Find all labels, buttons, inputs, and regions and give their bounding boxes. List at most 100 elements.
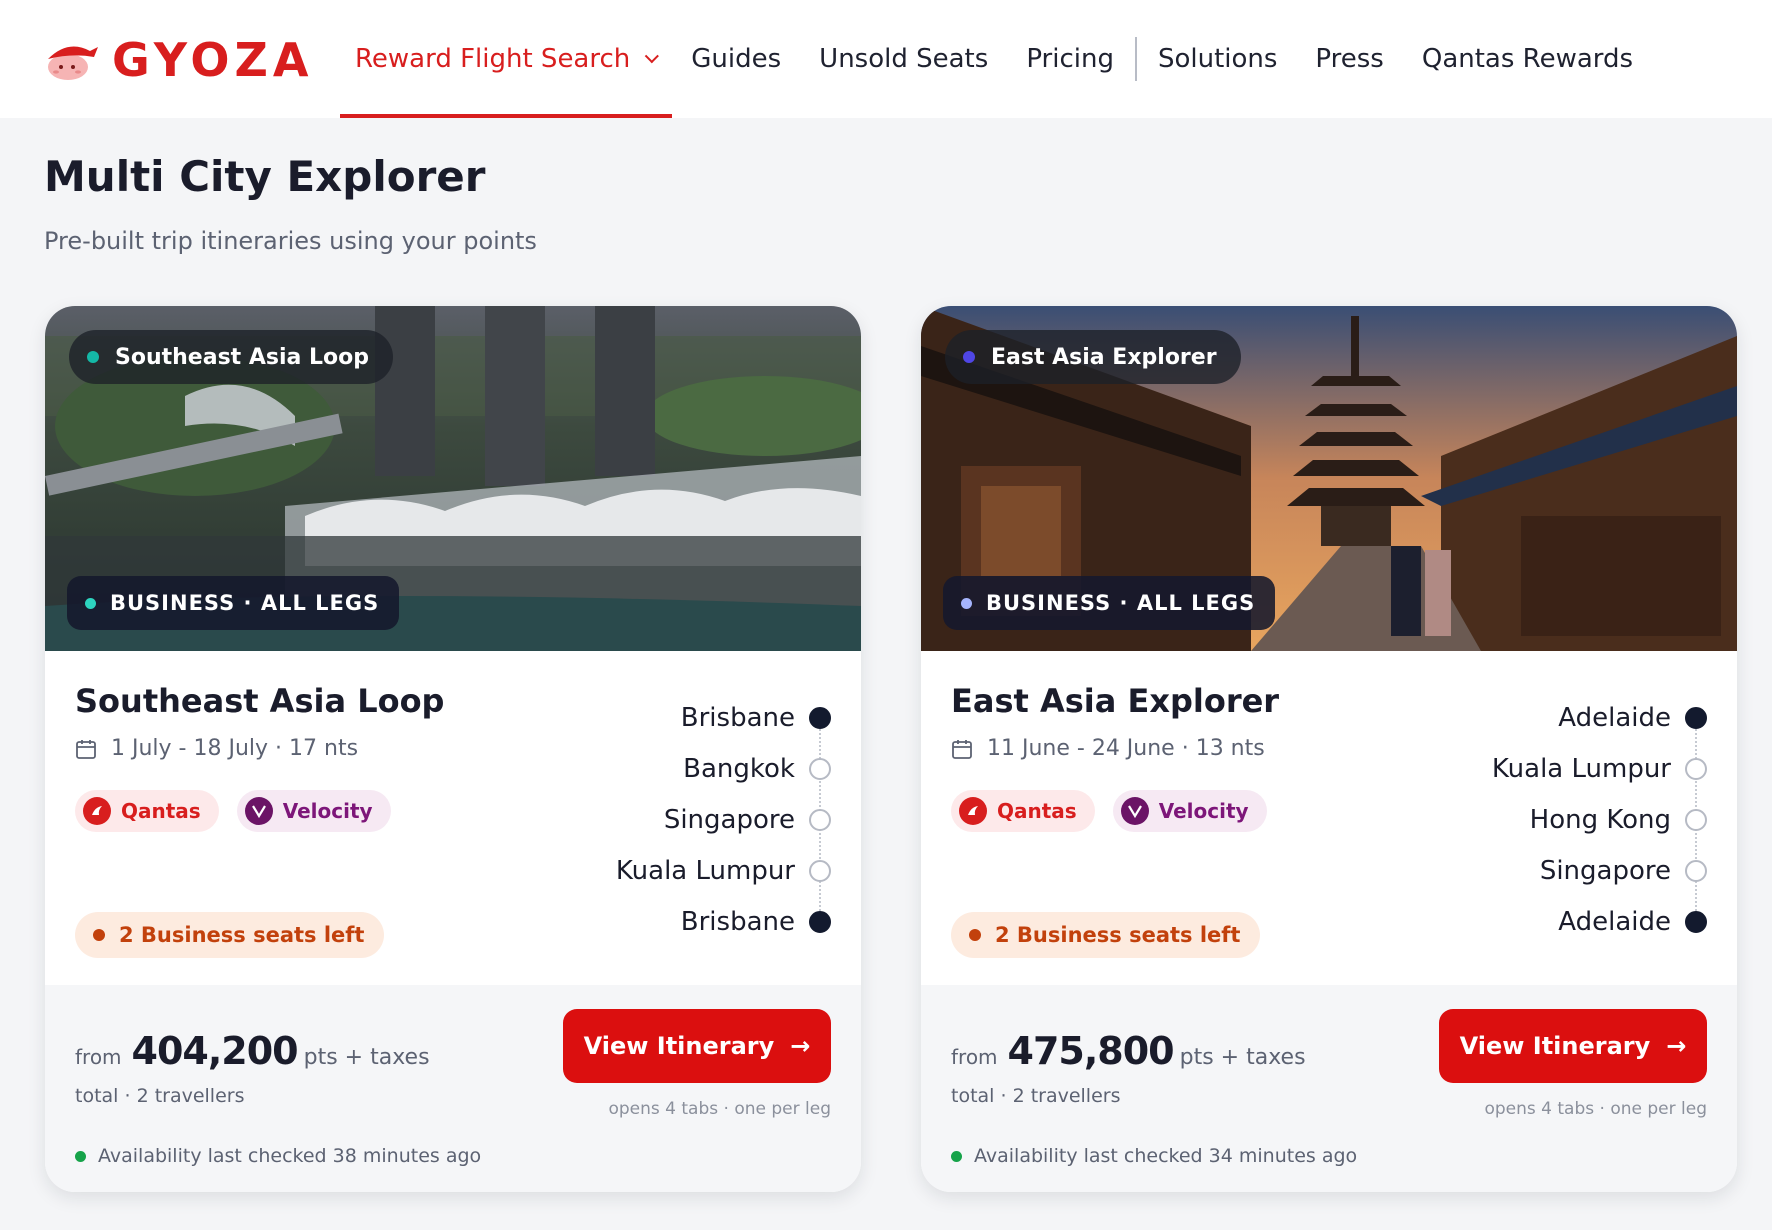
price-value: 475,800 <box>1007 1029 1175 1073</box>
loyalty-programs: Qantas Velocity <box>75 790 409 832</box>
status-dot <box>85 597 96 609</box>
status-dot <box>93 929 105 941</box>
nav-item-label: Qantas Rewards <box>1421 44 1634 74</box>
status-dot <box>961 597 972 609</box>
nav-item-pricing[interactable]: Pricing <box>1007 0 1133 118</box>
stop-marker <box>1685 860 1707 882</box>
qantas-kangaroo-icon <box>83 797 111 825</box>
card-footer: from 475,800 pts + taxes total · 2 trave… <box>921 985 1737 1192</box>
itinerary-card: Southeast Asia Loop BUSINESS · ALL LEGS … <box>45 306 861 1192</box>
price: from 475,800 pts + taxes <box>951 1029 1306 1073</box>
stop-city: Kuala Lumpur <box>1491 754 1671 784</box>
itinerary-dates: 1 July - 18 July · 17 nts <box>75 736 358 761</box>
program-label: Velocity <box>1158 799 1249 823</box>
cabin-class-badge: BUSINESS · ALL LEGS <box>943 576 1276 630</box>
stop-city: Brisbane <box>680 703 795 733</box>
status-dot <box>75 1150 86 1162</box>
itinerary-name-badge: East Asia Explorer <box>945 330 1241 384</box>
stop-city: Singapore <box>663 805 795 835</box>
itinerary-name-badge: Southeast Asia Loop <box>69 330 393 384</box>
arrow-right-icon: → <box>790 1032 811 1060</box>
program-label: Qantas <box>997 799 1077 823</box>
availability-status: Availability last checked 34 minutes ago <box>951 1145 1357 1167</box>
brand-logo[interactable]: GYOZA <box>42 32 313 88</box>
stop-city: Adelaide <box>1558 703 1671 733</box>
nav-item-solutions[interactable]: Solutions <box>1139 0 1296 118</box>
itinerary-title: Southeast Asia Loop <box>75 682 445 720</box>
itinerary-hero-image: East Asia Explorer BUSINESS · ALL LEGS <box>921 306 1737 651</box>
button-note: opens 4 tabs · one per leg <box>608 1099 831 1119</box>
page-subtitle: Pre-built trip itineraries using your po… <box>44 227 537 255</box>
nav-item-label: Press <box>1315 44 1384 74</box>
price-prefix: from <box>951 1045 998 1069</box>
price-total: total · 2 travellers <box>951 1085 1121 1107</box>
badge-label: Southeast Asia Loop <box>115 344 369 370</box>
program-label: Velocity <box>282 799 373 823</box>
stop-marker <box>809 758 831 780</box>
route-stop-destination: Brisbane <box>681 900 831 944</box>
dates-text: 1 July - 18 July · 17 nts <box>111 736 359 761</box>
qantas-kangaroo-icon <box>959 797 987 825</box>
route-stop: Bangkok <box>683 747 831 791</box>
velocity-logo-icon <box>244 797 273 825</box>
view-itinerary-button[interactable]: View Itinerary → <box>563 1009 831 1083</box>
program-label: Qantas <box>121 799 201 823</box>
top-nav: GYOZA Reward Flight Search Guides Unsold… <box>0 0 1772 118</box>
status-dot <box>963 351 975 363</box>
cabin-class-label: BUSINESS · ALL LEGS <box>986 591 1256 615</box>
route-stop-origin: Brisbane <box>681 696 831 740</box>
itinerary-card: East Asia Explorer BUSINESS · ALL LEGS E… <box>921 306 1737 1192</box>
status-dot <box>87 351 99 363</box>
stop-city: Adelaide <box>1558 907 1671 937</box>
route-timeline: Brisbane Bangkok Singapore Kuala Lumpur … <box>471 696 831 956</box>
seats-left-badge: 2 Business seats left <box>951 912 1261 958</box>
price-unit: pts + taxes <box>303 1045 430 1070</box>
nav-item-label: Guides <box>691 44 782 74</box>
loyalty-programs: Qantas Velocity <box>951 790 1285 832</box>
view-itinerary-button[interactable]: View Itinerary → <box>1439 1009 1707 1083</box>
seats-left-label: 2 Business seats left <box>119 923 365 947</box>
itinerary-title: East Asia Explorer <box>951 682 1280 720</box>
button-label: View Itinerary <box>1459 1032 1651 1060</box>
seats-left-label: 2 Business seats left <box>995 923 1241 947</box>
program-pill-velocity: Velocity <box>236 790 391 832</box>
stop-city: Hong Kong <box>1529 805 1671 835</box>
button-label: View Itinerary <box>583 1032 775 1060</box>
gyoza-mascot-icon <box>48 46 98 80</box>
price: from 404,200 pts + taxes <box>75 1029 430 1073</box>
nav-item-press[interactable]: Press <box>1296 0 1402 118</box>
nav-item-label: Pricing <box>1026 44 1114 74</box>
button-note: opens 4 tabs · one per leg <box>1484 1099 1707 1119</box>
itinerary-dates: 11 June - 24 June · 13 nts <box>951 736 1265 761</box>
nav-item-qantas-rewards[interactable]: Qantas Rewards <box>1403 0 1652 118</box>
route-timeline: Adelaide Kuala Lumpur Hong Kong Singapor… <box>1347 696 1707 956</box>
program-pill-qantas: Qantas <box>951 790 1095 832</box>
card-footer: from 404,200 pts + taxes total · 2 trave… <box>45 985 861 1192</box>
seats-left-badge: 2 Business seats left <box>75 912 385 958</box>
stop-city: Singapore <box>1539 856 1671 886</box>
price-total: total · 2 travellers <box>75 1085 245 1107</box>
nav-item-unsold-seats[interactable]: Unsold Seats <box>800 0 1007 118</box>
chevron-down-icon <box>645 49 660 64</box>
nav-item-reward-flight-search[interactable]: Reward Flight Search <box>340 0 673 118</box>
stop-marker <box>1685 758 1707 780</box>
nav-divider <box>1134 37 1137 81</box>
route-stop: Kuala Lumpur <box>616 849 831 893</box>
dates-text: 11 June - 24 June · 13 nts <box>987 736 1265 761</box>
cabin-class-label: BUSINESS · ALL LEGS <box>110 591 380 615</box>
route-stop: Hong Kong <box>1530 798 1707 842</box>
price-unit: pts + taxes <box>1179 1045 1306 1070</box>
route-stop: Singapore <box>1540 849 1707 893</box>
stop-marker <box>809 707 831 729</box>
program-pill-qantas: Qantas <box>75 790 219 832</box>
route-stop-destination: Adelaide <box>1558 900 1707 944</box>
nav-item-label: Solutions <box>1157 44 1278 74</box>
stop-marker <box>1685 911 1707 933</box>
price-prefix: from <box>75 1045 122 1069</box>
nav-item-guides[interactable]: Guides <box>672 0 800 118</box>
stop-marker <box>1685 809 1707 831</box>
stop-city: Bangkok <box>683 754 795 784</box>
availability-status: Availability last checked 38 minutes ago <box>75 1145 481 1167</box>
calendar-icon <box>952 739 972 759</box>
page-title: Multi City Explorer <box>44 152 486 201</box>
